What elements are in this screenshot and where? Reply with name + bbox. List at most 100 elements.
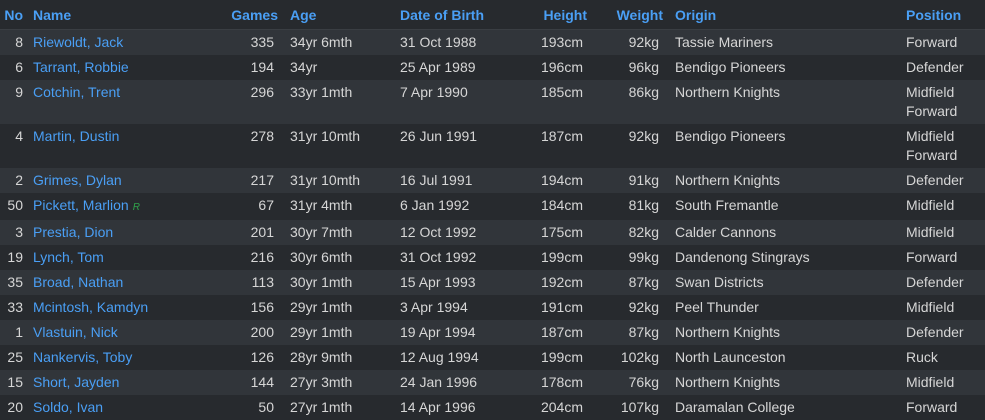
table-row: 9 Cotchin, Trent 296 33yr 1mth 7 Apr 1990 185… [0, 80, 985, 124]
player-number: 15 [0, 370, 33, 395]
col-header-position[interactable]: Position [906, 0, 985, 30]
player-number: 2 [0, 168, 33, 193]
player-weight: 99kg [599, 245, 675, 270]
player-name-cell: Tarrant, Robbie [33, 55, 201, 80]
player-name-cell: Mcintosh, Kamdyn [33, 295, 201, 320]
player-height: 175cm [527, 220, 599, 245]
player-number: 35 [0, 270, 33, 295]
player-position-cell: Defender [906, 55, 985, 80]
games-count: 50 [201, 395, 290, 420]
player-age: 30yr 7mth [290, 220, 400, 245]
table-row: 2 Grimes, Dylan 217 31yr 10mth 16 Jul 1991 19… [0, 168, 985, 193]
player-name-link[interactable]: Lynch, Tom [33, 249, 104, 265]
player-origin: Northern Knights [675, 370, 906, 395]
player-position: Forward [906, 103, 958, 119]
player-origin: South Fremantle [675, 193, 906, 220]
games-count: 126 [201, 345, 290, 370]
player-position-cell: Ruck [906, 345, 985, 370]
date-of-birth: 15 Apr 1993 [400, 270, 527, 295]
table-row: 33 Mcintosh, Kamdyn 156 29yr 1mth 3 Apr 1994… [0, 295, 985, 320]
player-age: 27yr 3mth [290, 370, 400, 395]
date-of-birth: 3 Apr 1994 [400, 295, 527, 320]
col-header-name[interactable]: Name [33, 0, 201, 30]
player-name-cell: Broad, Nathan [33, 270, 201, 295]
col-header-height[interactable]: Height [527, 0, 599, 30]
date-of-birth: 14 Apr 1996 [400, 395, 527, 420]
player-age: 28yr 9mth [290, 345, 400, 370]
player-name-link[interactable]: Grimes, Dylan [33, 172, 122, 188]
player-number: 3 [0, 220, 33, 245]
player-list-table: No Name Games Age Date of Birth Height W… [0, 0, 985, 420]
games-count: 200 [201, 320, 290, 345]
player-position-cell: Forward [906, 245, 985, 270]
col-header-dob[interactable]: Date of Birth [400, 0, 527, 30]
player-name-cell: Prestia, Dion [33, 220, 201, 245]
player-name-cell: Pickett, Marlion R [33, 193, 201, 220]
games-count: 201 [201, 220, 290, 245]
player-position: Midfield [906, 84, 955, 100]
table-row: 4 Martin, Dustin 278 31yr 10mth 26 Jun 1991 1… [0, 124, 985, 168]
player-origin: Daramalan College [675, 395, 906, 420]
player-position: Defender [906, 324, 964, 340]
player-origin: Calder Cannons [675, 220, 906, 245]
player-height: 187cm [527, 320, 599, 345]
col-header-weight[interactable]: Weight [599, 0, 675, 30]
player-origin: Northern Knights [675, 320, 906, 345]
games-count: 217 [201, 168, 290, 193]
player-age: 31yr 10mth [290, 124, 400, 168]
player-number: 9 [0, 80, 33, 124]
col-header-age[interactable]: Age [290, 0, 400, 30]
col-header-games[interactable]: Games [201, 0, 290, 30]
player-name-link[interactable]: Vlastuin, Nick [33, 324, 118, 340]
player-name-link[interactable]: Cotchin, Trent [33, 84, 120, 100]
player-weight: 107kg [599, 395, 675, 420]
player-position-cell: Midfield [906, 295, 985, 320]
rookie-badge: R [132, 202, 140, 213]
player-origin: Bendigo Pioneers [675, 55, 906, 80]
player-position-cell: Midfield [906, 220, 985, 245]
player-position-cell: Defender [906, 168, 985, 193]
date-of-birth: 12 Aug 1994 [400, 345, 527, 370]
player-age: 34yr [290, 55, 400, 80]
table-row: 6 Tarrant, Robbie 194 34yr 25 Apr 1989 196cm 9… [0, 55, 985, 80]
player-name-link[interactable]: Prestia, Dion [33, 224, 113, 240]
player-height: 194cm [527, 168, 599, 193]
player-name-link[interactable]: Pickett, Marlion [33, 197, 129, 213]
date-of-birth: 26 Jun 1991 [400, 124, 527, 168]
date-of-birth: 7 Apr 1990 [400, 80, 527, 124]
player-weight: 81kg [599, 193, 675, 220]
player-weight: 82kg [599, 220, 675, 245]
date-of-birth: 16 Jul 1991 [400, 168, 527, 193]
col-header-no[interactable]: No [0, 0, 33, 30]
player-name-link[interactable]: Riewoldt, Jack [33, 34, 123, 50]
date-of-birth: 12 Oct 1992 [400, 220, 527, 245]
player-name-link[interactable]: Nankervis, Toby [33, 349, 132, 365]
player-name-link[interactable]: Martin, Dustin [33, 128, 119, 144]
player-weight: 87kg [599, 320, 675, 345]
player-weight: 102kg [599, 345, 675, 370]
player-position: Forward [906, 147, 958, 163]
player-name-link[interactable]: Short, Jayden [33, 374, 119, 390]
player-position: Defender [906, 59, 964, 75]
player-position: Forward [906, 249, 958, 265]
player-name-link[interactable]: Broad, Nathan [33, 274, 123, 290]
player-weight: 76kg [599, 370, 675, 395]
player-name-link[interactable]: Soldo, Ivan [33, 399, 103, 415]
games-count: 296 [201, 80, 290, 124]
table-row: 8 Riewoldt, Jack 335 34yr 6mth 31 Oct 1988 19… [0, 29, 985, 55]
player-name-link[interactable]: Tarrant, Robbie [33, 59, 129, 75]
date-of-birth: 6 Jan 1992 [400, 193, 527, 220]
player-weight: 87kg [599, 270, 675, 295]
player-name-cell: Vlastuin, Nick [33, 320, 201, 345]
player-name-cell: Riewoldt, Jack [33, 29, 201, 55]
player-age: 30yr 1mth [290, 270, 400, 295]
player-origin: Peel Thunder [675, 295, 906, 320]
player-age: 34yr 6mth [290, 29, 400, 55]
player-weight: 91kg [599, 168, 675, 193]
player-position: Midfield [906, 128, 955, 144]
player-weight: 92kg [599, 29, 675, 55]
player-origin: North Launceston [675, 345, 906, 370]
player-name-link[interactable]: Mcintosh, Kamdyn [33, 299, 148, 315]
player-name-cell: Lynch, Tom [33, 245, 201, 270]
col-header-origin[interactable]: Origin [675, 0, 906, 30]
